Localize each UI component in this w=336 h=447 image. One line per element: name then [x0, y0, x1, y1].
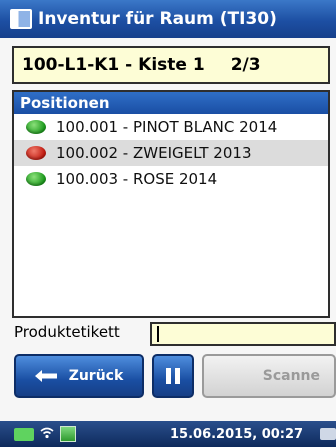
list-item-label: 100.002 - ZWEIGELT 2013	[56, 144, 252, 162]
product-label-text: Produktetikett	[14, 323, 120, 341]
location-field: 100-L1-K1 - Kiste 1 2/3	[12, 46, 330, 84]
product-label-input[interactable]	[150, 322, 336, 346]
scan-button[interactable]: Scanne	[202, 354, 336, 398]
positions-list: Positionen 100.001 - PINOT BLANC 2014 10…	[12, 90, 330, 318]
list-item-label: 100.001 - PINOT BLANC 2014	[56, 118, 278, 136]
product-label-caption: Produktetikett	[14, 320, 120, 344]
list-item-label: 100.003 - ROSE 2014	[56, 170, 218, 188]
status-ok-icon	[26, 120, 46, 134]
wifi-icon	[40, 427, 54, 442]
list-item[interactable]: 100.002 - ZWEIGELT 2013	[14, 140, 328, 166]
arrow-left-icon	[34, 370, 57, 382]
status-datetime: 15.06.2015, 00:27	[170, 426, 304, 442]
pause-button[interactable]	[152, 354, 194, 398]
title-bar: Inventur für Raum (TI30)	[0, 0, 336, 38]
list-item[interactable]: 100.001 - PINOT BLANC 2014	[14, 114, 328, 140]
status-bar: 15.06.2015, 00:27	[0, 421, 336, 447]
network-icon	[60, 426, 76, 442]
location-counter: 2/3	[230, 55, 261, 75]
back-button[interactable]: Zurück	[14, 354, 144, 398]
list-item[interactable]: 100.003 - ROSE 2014	[14, 166, 328, 192]
battery-icon	[14, 427, 34, 441]
scan-button-label: Scanne	[262, 368, 320, 384]
keyboard-icon[interactable]	[320, 428, 336, 440]
text-cursor	[157, 326, 159, 342]
pause-icon	[166, 368, 180, 384]
back-button-label: Zurück	[68, 368, 124, 384]
location-code: 100-L1-K1 - Kiste 1	[22, 55, 205, 75]
positions-header: Positionen	[14, 92, 328, 114]
app-window-icon	[10, 9, 32, 29]
status-ok-icon	[26, 172, 46, 186]
window-title: Inventur für Raum (TI30)	[38, 9, 277, 29]
status-error-icon	[26, 146, 46, 160]
